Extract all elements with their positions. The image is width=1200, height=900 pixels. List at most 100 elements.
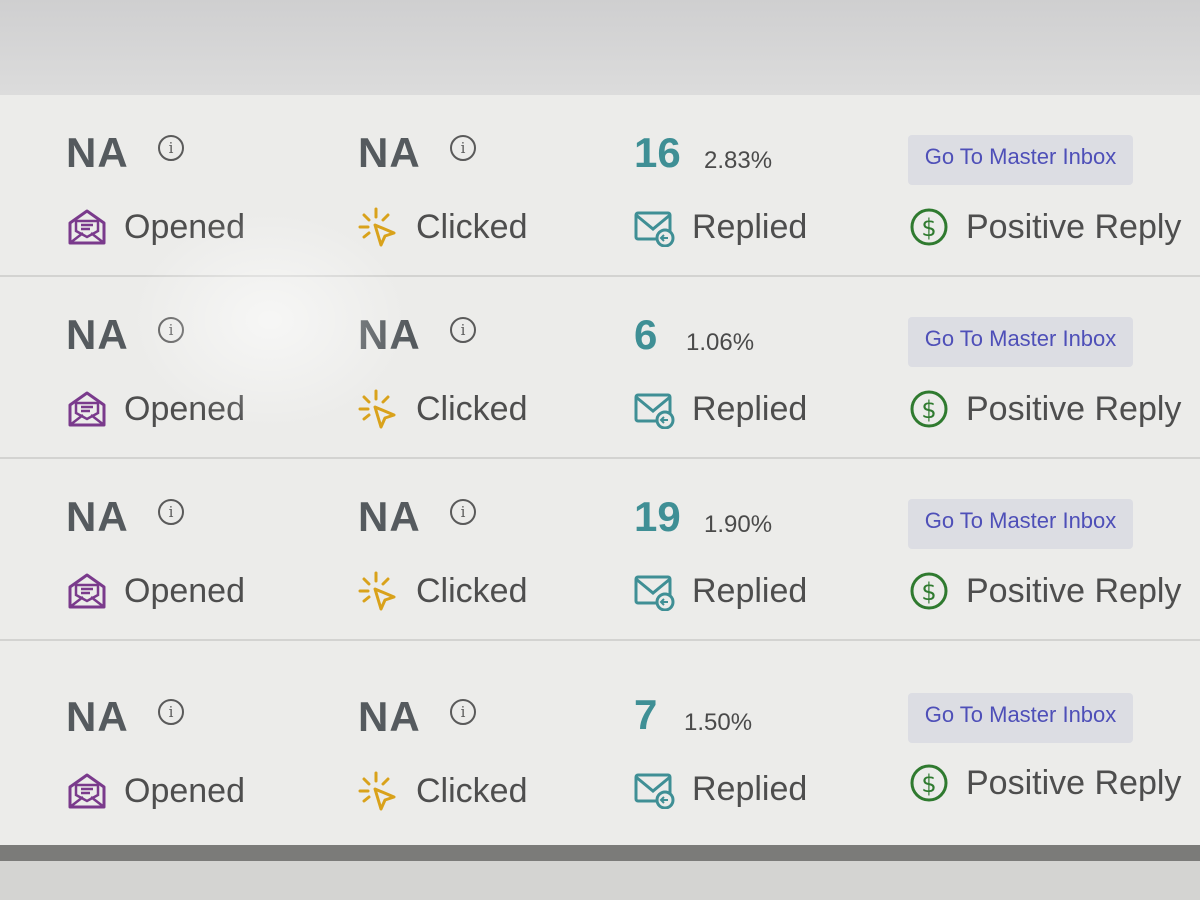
replied-percent: 1.06%: [686, 329, 755, 356]
envelope-reply-icon: [634, 575, 675, 611]
envelope-reply-icon: [634, 393, 675, 429]
envelope-reply-icon: [634, 211, 675, 247]
opened-stat: Opened: [66, 207, 245, 247]
envelope-open-icon: [68, 773, 106, 809]
replied-label: Replied: [692, 389, 808, 428]
clicked-label: Clicked: [416, 207, 528, 246]
svg-text:$: $: [921, 770, 936, 798]
info-icon[interactable]: i: [450, 699, 476, 725]
positive-cell: Go To Master Inbox $ Positive Reply: [908, 641, 1200, 845]
replied-count: 16: [634, 129, 681, 176]
top-band: [0, 0, 1200, 95]
opened-label: Opened: [124, 389, 245, 428]
clicked-value: NA: [358, 493, 421, 540]
clicked-value: NA: [358, 693, 421, 740]
envelope-open-icon: [68, 391, 106, 427]
positive-label: Positive Reply: [966, 571, 1182, 610]
svg-text:$: $: [921, 214, 936, 242]
replied-stat: Replied: [634, 571, 807, 611]
positive-label: Positive Reply: [966, 763, 1182, 802]
opened-value: NA: [66, 129, 129, 176]
clicked-cell: NA i Clicked: [358, 459, 618, 639]
clicked-stat: Clicked: [358, 571, 527, 611]
replied-cell: 19 1.90% Replied: [634, 459, 894, 639]
positive-cell: Go To Master Inbox $ Positive Reply: [908, 95, 1200, 275]
positive-stat: $ Positive Reply: [908, 389, 1181, 429]
opened-stat: Opened: [66, 389, 245, 429]
go-to-master-inbox-button[interactable]: Go To Master Inbox: [908, 317, 1133, 367]
opened-cell: NA i Opened: [66, 95, 326, 275]
positive-cell: Go To Master Inbox $ Positive Reply: [908, 277, 1200, 457]
clicked-cell: NA i Clicked: [358, 277, 618, 457]
positive-label: Positive Reply: [966, 389, 1182, 428]
bottom-bar-strip: [0, 861, 1200, 900]
opened-label: Opened: [124, 571, 245, 610]
table-row: NA i Opened NA i Click: [0, 641, 1200, 845]
dollar-circle-icon: $: [910, 764, 948, 802]
cursor-click-icon: [358, 389, 396, 429]
replied-cell: 16 2.83% Replied: [634, 95, 894, 275]
opened-cell: NA i Opened: [66, 277, 326, 457]
replied-label: Replied: [692, 571, 808, 610]
cursor-click-icon: [358, 771, 396, 811]
info-icon[interactable]: i: [158, 135, 184, 161]
replied-label: Replied: [692, 207, 808, 246]
replied-percent: 1.90%: [704, 511, 773, 538]
positive-stat: $ Positive Reply: [908, 571, 1181, 611]
dollar-circle-icon: $: [910, 572, 948, 610]
campaign-stats-panel: NA i Opened NA i Clicked 16 2.83% Replie…: [0, 95, 1200, 845]
opened-stat: Opened: [66, 771, 245, 811]
cursor-click-icon: [358, 571, 396, 611]
svg-text:$: $: [921, 396, 936, 424]
clicked-stat: Clicked: [358, 771, 527, 811]
positive-stat: $ Positive Reply: [908, 207, 1181, 247]
cursor-click-icon: [358, 207, 396, 247]
info-icon[interactable]: i: [158, 499, 184, 525]
replied-cell: 6 1.06% Replied: [634, 277, 894, 457]
positive-stat: $ Positive Reply: [908, 763, 1181, 803]
opened-value: NA: [66, 693, 129, 740]
opened-cell: NA i Opened: [66, 459, 326, 639]
replied-count: 6: [634, 311, 658, 358]
go-to-master-inbox-button[interactable]: Go To Master Inbox: [908, 499, 1133, 549]
table-row: NA i Opened NA i Click: [0, 95, 1200, 277]
svg-text:$: $: [921, 578, 936, 606]
replied-cell: 7 1.50% Replied: [634, 641, 894, 845]
envelope-open-icon: [68, 573, 106, 609]
go-to-master-inbox-button[interactable]: Go To Master Inbox: [908, 693, 1133, 743]
positive-label: Positive Reply: [966, 207, 1182, 246]
replied-count: 19: [634, 493, 681, 540]
opened-label: Opened: [124, 771, 245, 810]
info-icon[interactable]: i: [450, 135, 476, 161]
opened-label: Opened: [124, 207, 245, 246]
dollar-circle-icon: $: [910, 208, 948, 246]
replied-label: Replied: [692, 769, 808, 808]
envelope-reply-icon: [634, 773, 675, 809]
go-to-master-inbox-button[interactable]: Go To Master Inbox: [908, 135, 1133, 185]
replied-stat: Replied: [634, 389, 807, 429]
clicked-cell: NA i Clicked: [358, 641, 618, 845]
clicked-label: Clicked: [416, 771, 528, 810]
bottom-bar: [0, 845, 1200, 900]
envelope-open-icon: [68, 209, 106, 245]
table-row: NA i Opened NA i Click: [0, 459, 1200, 641]
info-icon[interactable]: i: [158, 317, 184, 343]
info-icon[interactable]: i: [450, 317, 476, 343]
clicked-label: Clicked: [416, 571, 528, 610]
opened-cell: NA i Opened: [66, 641, 326, 845]
clicked-stat: Clicked: [358, 207, 527, 247]
info-icon[interactable]: i: [158, 699, 184, 725]
opened-value: NA: [66, 493, 129, 540]
clicked-stat: Clicked: [358, 389, 527, 429]
replied-count: 7: [634, 691, 658, 738]
clicked-value: NA: [358, 311, 421, 358]
dollar-circle-icon: $: [910, 390, 948, 428]
replied-percent: 1.50%: [684, 709, 753, 736]
opened-stat: Opened: [66, 571, 245, 611]
clicked-label: Clicked: [416, 389, 528, 428]
clicked-cell: NA i Clicked: [358, 95, 618, 275]
clicked-value: NA: [358, 129, 421, 176]
opened-value: NA: [66, 311, 129, 358]
table-row: NA i Opened NA i Click: [0, 277, 1200, 459]
info-icon[interactable]: i: [450, 499, 476, 525]
